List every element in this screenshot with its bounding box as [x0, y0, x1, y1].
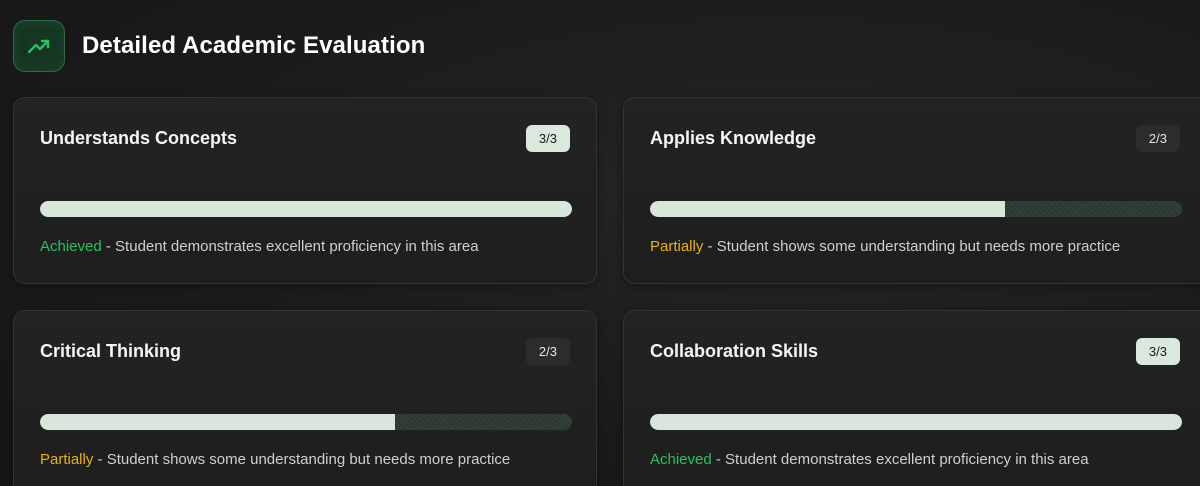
progress-bar	[40, 201, 572, 217]
description-text: - Student demonstrates excellent profici…	[101, 238, 479, 255]
card-description: Partially - Student shows some understan…	[650, 238, 1120, 255]
status-label: Partially	[40, 451, 94, 468]
card-title: Critical Thinking	[40, 341, 182, 361]
evaluation-card-collaboration-skills: Collaboration Skills 3/3 Achieved - Stud…	[623, 310, 1200, 486]
progress-bar	[650, 414, 1182, 430]
score-badge: 2/3	[1135, 125, 1180, 152]
evaluation-card-understands-concepts: Understands Concepts 3/3 Achieved - Stud…	[13, 97, 597, 284]
card-description: Achieved - Student demonstrates excellen…	[40, 238, 479, 255]
trending-up-icon	[13, 20, 65, 72]
card-description: Achieved - Student demonstrates excellen…	[650, 451, 1089, 468]
score-badge: 3/3	[525, 125, 570, 152]
progress-fill	[650, 201, 1005, 217]
card-title: Understands Concepts	[40, 128, 238, 148]
status-label: Partially	[650, 238, 704, 255]
description-text: - Student shows some understanding but n…	[703, 238, 1121, 255]
page-title: Detailed Academic Evaluation	[82, 32, 426, 59]
progress-fill	[650, 414, 1182, 430]
evaluation-card-applies-knowledge: Applies Knowledge 2/3 Partially - Studen…	[623, 97, 1200, 284]
description-text: - Student shows some understanding but n…	[93, 451, 511, 468]
page-header: Detailed Academic Evaluation	[13, 20, 425, 72]
card-description: Partially - Student shows some understan…	[40, 451, 510, 468]
evaluation-card-critical-thinking: Critical Thinking 2/3 Partially - Studen…	[13, 310, 597, 486]
progress-fill	[40, 201, 572, 217]
status-label: Achieved	[650, 451, 712, 468]
status-label: Achieved	[40, 238, 102, 255]
description-text: - Student demonstrates excellent profici…	[711, 451, 1089, 468]
score-badge: 2/3	[525, 338, 570, 365]
card-title: Applies Knowledge	[650, 128, 817, 148]
score-badge: 3/3	[1135, 338, 1180, 365]
card-title: Collaboration Skills	[650, 341, 819, 361]
progress-bar	[650, 201, 1182, 217]
progress-fill	[40, 414, 395, 430]
progress-bar	[40, 414, 572, 430]
